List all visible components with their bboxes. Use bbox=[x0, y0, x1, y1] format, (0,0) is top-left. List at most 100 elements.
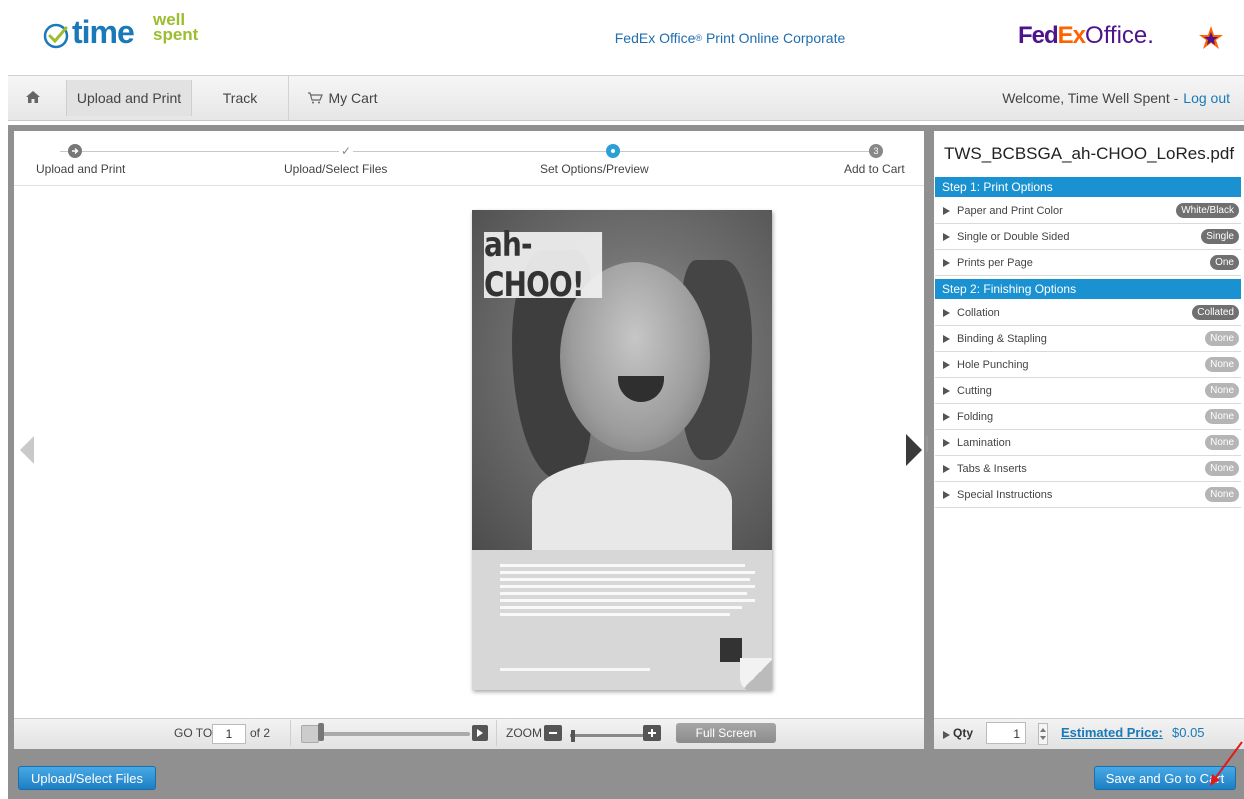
step-upload-select-files[interactable]: Upload/Select Files bbox=[284, 162, 387, 176]
welcome-text: Welcome, Time Well Spent - bbox=[1002, 90, 1179, 106]
page-curl bbox=[740, 658, 772, 690]
step-add-to-cart[interactable]: Add to Cart bbox=[844, 162, 905, 176]
option-lamination[interactable]: Lamination None bbox=[935, 430, 1241, 456]
brand-ex: Ex bbox=[1057, 22, 1086, 49]
progress-line bbox=[60, 151, 880, 152]
brand-office: Office. bbox=[1085, 22, 1154, 49]
option-label: Paper and Print Color bbox=[957, 204, 1063, 217]
option-paper-and-print-color[interactable]: Paper and Print Color White/Black bbox=[935, 198, 1241, 224]
bottom-action-bar bbox=[8, 753, 1244, 799]
expand-arrow-icon bbox=[943, 334, 950, 343]
page-slider-prev-button[interactable] bbox=[301, 725, 319, 743]
expand-arrow-icon bbox=[943, 438, 950, 447]
page-slider-handle[interactable] bbox=[318, 723, 324, 741]
preview-insurer-logo bbox=[720, 638, 742, 662]
registered-mark: ® bbox=[695, 32, 703, 43]
step-3-dot-active bbox=[606, 144, 620, 158]
goto-label: GO TO bbox=[174, 726, 213, 740]
zoom-label: ZOOM bbox=[506, 726, 542, 740]
file-name: TWS_BCBSGA_ah-CHOO_LoRes.pdf bbox=[944, 144, 1235, 163]
nav-divider bbox=[288, 76, 289, 120]
cart-icon bbox=[307, 92, 323, 104]
option-value-badge: None bbox=[1205, 331, 1239, 346]
option-label: Hole Punching bbox=[957, 358, 1029, 371]
zoom-out-button[interactable] bbox=[544, 725, 562, 741]
option-label: Prints per Page bbox=[957, 256, 1033, 269]
site-title-rest: Print Online Corporate bbox=[702, 29, 846, 46]
expand-arrow-icon bbox=[943, 232, 950, 241]
upload-select-files-button[interactable]: Upload/Select Files bbox=[18, 766, 156, 790]
fedex-star-icon bbox=[1199, 26, 1223, 49]
option-label: Special Instructions bbox=[957, 488, 1053, 501]
previous-page-arrow-icon[interactable] bbox=[20, 436, 34, 464]
toolbar-divider bbox=[496, 720, 497, 746]
full-screen-button[interactable]: Full Screen bbox=[676, 723, 776, 743]
option-value-badge: None bbox=[1205, 487, 1239, 502]
zoom-slider-handle[interactable] bbox=[571, 730, 575, 742]
red-pointer-arrow-icon bbox=[1210, 741, 1243, 786]
option-label: Cutting bbox=[957, 384, 992, 397]
next-page-arrow-icon[interactable] bbox=[906, 434, 922, 466]
step2-finishing-options-header: Step 2: Finishing Options bbox=[935, 279, 1241, 299]
option-label: Single or Double Sided bbox=[957, 230, 1070, 243]
page-number-input[interactable]: 1 bbox=[212, 724, 246, 744]
site-title-brand: FedEx Office bbox=[614, 29, 696, 46]
option-cutting[interactable]: Cutting None bbox=[935, 378, 1241, 404]
step-1-dot bbox=[68, 144, 82, 158]
expand-arrow-icon bbox=[943, 464, 950, 473]
document-viewer bbox=[14, 131, 924, 748]
option-collation[interactable]: Collation Collated bbox=[935, 300, 1241, 326]
logo-time-text: time bbox=[72, 14, 135, 50]
my-cart-label: My Cart bbox=[328, 90, 378, 106]
page-slider-next-button[interactable] bbox=[472, 725, 488, 741]
preview-body-text bbox=[500, 564, 755, 644]
tab-upload-and-print[interactable]: Upload and Print bbox=[66, 80, 192, 116]
option-hole-punching[interactable]: Hole Punching None bbox=[935, 352, 1241, 378]
arrow-right-icon bbox=[72, 148, 79, 154]
option-label: Collation bbox=[957, 306, 1000, 319]
option-value-badge: Single bbox=[1201, 229, 1239, 244]
plus-icon bbox=[648, 729, 656, 737]
zoom-slider-track[interactable] bbox=[570, 734, 644, 737]
estimated-price-link[interactable]: Estimated Price: bbox=[1061, 725, 1163, 740]
option-value-badge: Collated bbox=[1192, 305, 1239, 320]
quantity-label: Qty bbox=[953, 726, 974, 740]
brand-fed: Fed bbox=[1018, 22, 1059, 49]
play-icon bbox=[477, 729, 483, 737]
progress-steps bbox=[14, 131, 924, 186]
logout-link[interactable]: Log out bbox=[1183, 90, 1230, 106]
preview-headline: ah-CHOO! bbox=[484, 225, 603, 305]
quantity-input[interactable]: 1 bbox=[986, 722, 1026, 744]
page-slider-track[interactable] bbox=[320, 732, 470, 736]
option-folding[interactable]: Folding None bbox=[935, 404, 1241, 430]
option-value-badge: White/Black bbox=[1176, 203, 1239, 218]
preview-photo-dress bbox=[532, 460, 732, 550]
option-label: Tabs & Inserts bbox=[957, 462, 1027, 475]
tab-track[interactable]: Track bbox=[192, 76, 288, 120]
option-tabs-and-inserts[interactable]: Tabs & Inserts None bbox=[935, 456, 1241, 482]
expand-arrow-icon bbox=[943, 360, 950, 369]
option-value-badge: None bbox=[1205, 409, 1239, 424]
expand-arrow-icon bbox=[943, 386, 950, 395]
expand-arrow-icon bbox=[943, 206, 950, 215]
option-special-instructions[interactable]: Special Instructions None bbox=[935, 482, 1241, 508]
step1-print-options-header: Step 1: Print Options bbox=[935, 177, 1241, 197]
option-binding-and-stapling[interactable]: Binding & Stapling None bbox=[935, 326, 1241, 352]
step-set-options-preview: Set Options/Preview bbox=[540, 162, 649, 176]
page-count: of 2 bbox=[250, 726, 271, 740]
option-value-badge: None bbox=[1205, 461, 1239, 476]
option-prints-per-page[interactable]: Prints per Page One bbox=[935, 250, 1241, 276]
step-upload-and-print[interactable]: Upload and Print bbox=[36, 162, 125, 176]
option-label: Lamination bbox=[957, 436, 1011, 449]
clock-check-icon bbox=[43, 23, 69, 49]
logo-spent-text: spent bbox=[153, 25, 199, 44]
option-single-or-double-sided[interactable]: Single or Double Sided Single bbox=[935, 224, 1241, 250]
option-label: Folding bbox=[957, 410, 994, 423]
home-icon[interactable] bbox=[20, 84, 46, 110]
zoom-in-button[interactable] bbox=[643, 725, 661, 741]
tab-my-cart[interactable]: My Cart bbox=[292, 76, 392, 120]
quantity-stepper[interactable] bbox=[1038, 723, 1048, 745]
step-4-dot: 3 bbox=[869, 144, 883, 158]
option-value-badge: None bbox=[1205, 383, 1239, 398]
expand-arrow-icon bbox=[943, 731, 950, 739]
